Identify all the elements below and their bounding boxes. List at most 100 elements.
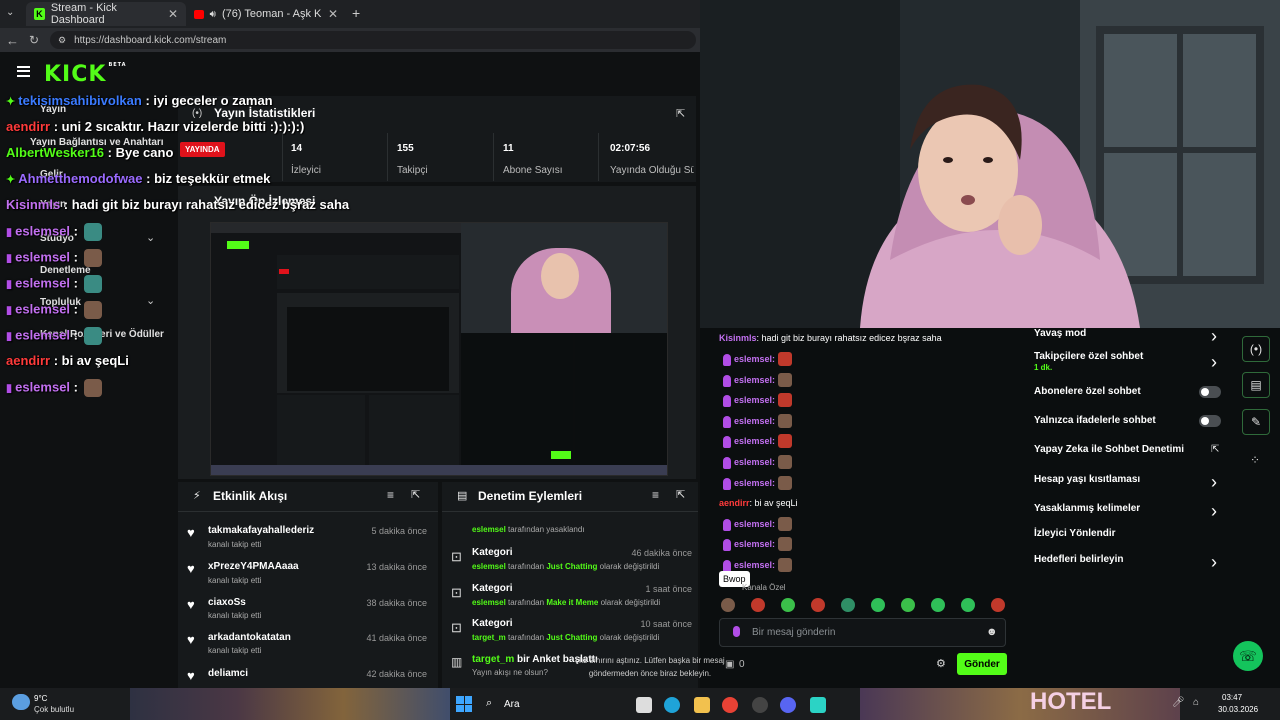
emote-icon[interactable]: [778, 537, 792, 552]
site-info-icon[interactable]: ⚙: [58, 35, 66, 46]
emote-icon[interactable]: [778, 352, 792, 366]
chat-username[interactable]: eslemsel:: [734, 539, 775, 549]
emote-icon[interactable]: [778, 413, 792, 428]
setting-item[interactable]: Takipçilere özel sohbet: [1034, 351, 1143, 362]
obs-icon[interactable]: [752, 697, 768, 713]
tray-mic-icon[interactable]: 🎤︎: [1172, 697, 1185, 708]
filter-icon[interactable]: ≡: [387, 488, 394, 502]
filter-icon[interactable]: ≡: [652, 488, 659, 502]
audio-playing-icon[interactable]: 🔊︎: [210, 9, 216, 20]
start-button[interactable]: [456, 696, 472, 712]
close-tab-icon[interactable]: ✕: [168, 7, 178, 21]
task-view-icon[interactable]: [636, 697, 652, 713]
chat-username[interactable]: eslemsel:: [734, 416, 775, 426]
chat-username[interactable]: eslemsel:: [734, 478, 775, 488]
picker-emote-icon[interactable]: [901, 598, 915, 612]
chat-username[interactable]: eslemsel:: [734, 436, 775, 446]
picker-emote-icon[interactable]: [781, 598, 795, 612]
chevron-right-icon[interactable]: ›: [1211, 326, 1217, 347]
divider: [282, 133, 283, 181]
chat-settings-icon[interactable]: ⚙: [936, 657, 946, 670]
weather-icon[interactable]: [12, 694, 30, 710]
setting-item[interactable]: Hedefleri belirleyin: [1034, 554, 1123, 565]
emote-icon[interactable]: [778, 558, 792, 572]
activity-row-name[interactable]: takmakafayahallederiz: [208, 525, 314, 536]
chrome-icon[interactable]: [722, 697, 738, 713]
discord-icon[interactable]: [780, 697, 796, 713]
chat-username[interactable]: eslemsel:: [734, 354, 775, 364]
send-button[interactable]: Gönder: [957, 653, 1007, 675]
setting-item[interactable]: Hesap yaşı kısıtlaması: [1034, 474, 1140, 485]
picker-emote-icon[interactable]: [811, 598, 825, 612]
chevron-down-icon[interactable]: ⌄: [146, 294, 155, 307]
url-field[interactable]: ⚙ https://dashboard.kick.com/stream: [50, 31, 696, 49]
reload-icon[interactable]: ↻: [29, 33, 39, 47]
edge-icon[interactable]: [664, 697, 680, 713]
picker-emote-icon[interactable]: [751, 598, 765, 612]
support-chat-button[interactable]: ☏: [1233, 641, 1263, 671]
emote-icon[interactable]: [778, 434, 792, 449]
file-explorer-icon[interactable]: [694, 697, 710, 713]
chevron-right-icon[interactable]: ›: [1211, 472, 1217, 493]
emote-icon[interactable]: [778, 393, 792, 408]
back-arrow-icon[interactable]: ←: [6, 33, 19, 48]
chat-username[interactable]: eslemsel:: [734, 560, 775, 570]
setting-item[interactable]: Yapay Zeka ile Sohbet Denetimi: [1034, 444, 1184, 455]
picker-emote-icon[interactable]: [931, 598, 945, 612]
picker-emote-icon[interactable]: [721, 598, 735, 612]
layout-icon[interactable]: ▤: [1242, 372, 1270, 398]
picker-emote-icon[interactable]: [841, 598, 855, 612]
emote-icon[interactable]: [778, 455, 792, 469]
setting-item[interactable]: Yavaş mod: [1034, 328, 1086, 339]
wrench-icon[interactable]: ✎: [1242, 409, 1270, 435]
search-icon[interactable]: ⌕: [486, 697, 492, 710]
chat-username[interactable]: eslemsel:: [734, 375, 775, 385]
chevron-down-icon[interactable]: ⌄: [146, 231, 155, 244]
setting-item[interactable]: Abonelere özel sohbet: [1034, 386, 1141, 397]
toggle-switch[interactable]: [1199, 386, 1221, 398]
chat-message[interactable]: aendirr: bi av şeqLi: [719, 498, 798, 508]
chevron-right-icon[interactable]: ›: [1211, 552, 1217, 573]
popout-icon[interactable]: ⇱: [676, 107, 685, 120]
chevron-right-icon[interactable]: ›: [1211, 501, 1217, 522]
stream-preview-video[interactable]: [210, 222, 668, 476]
setting-item[interactable]: Yalnızca ifadelerle sohbet: [1034, 415, 1156, 426]
emoji-icon[interactable]: ☻: [986, 626, 998, 638]
activity-row-name[interactable]: deliamci: [208, 668, 248, 679]
emote-icon[interactable]: [778, 516, 792, 531]
tab-title: (76) Teoman - Aşk Kırıntıları (...: [221, 8, 322, 20]
chevron-right-icon[interactable]: ›: [1211, 352, 1217, 373]
chat-username[interactable]: eslemsel:: [734, 395, 775, 405]
more-icon[interactable]: ⁘: [1250, 453, 1260, 467]
chat-first-user[interactable]: Kisinmls: hadi git biz burayı rahatsız e…: [719, 333, 942, 343]
kick-logo[interactable]: KICK BETA: [44, 62, 127, 87]
chat-username[interactable]: eslemsel:: [734, 519, 775, 529]
tab-list-chevron-icon[interactable]: ⌄: [6, 7, 14, 18]
activity-row-name[interactable]: arkadantokatatan: [208, 632, 291, 643]
chat-username[interactable]: eslemsel:: [734, 457, 775, 467]
clock-date[interactable]: 30.03.2026: [1218, 705, 1258, 714]
activity-row-name[interactable]: ciaxoSs: [208, 597, 246, 608]
tab-youtube[interactable]: 🔊︎ (76) Teoman - Aşk Kırıntıları (... ✕: [186, 2, 346, 26]
emote-icon[interactable]: [778, 475, 792, 490]
new-tab-button[interactable]: +: [352, 5, 360, 21]
emote-icon[interactable]: [778, 372, 792, 387]
picker-emote-icon[interactable]: [991, 598, 1005, 612]
hamburger-menu-icon[interactable]: [17, 66, 30, 77]
external-link-icon[interactable]: ⇱: [1211, 444, 1219, 455]
app-icon[interactable]: [810, 697, 826, 713]
close-tab-icon[interactable]: ✕: [328, 7, 338, 21]
popout-icon[interactable]: ⇱: [676, 488, 685, 501]
tab-kick-dashboard[interactable]: K Stream - Kick Dashboard ✕: [26, 2, 186, 26]
activity-row-name[interactable]: xPrezeY4PMAAaaa: [208, 561, 299, 572]
toggle-switch[interactable]: [1199, 415, 1221, 427]
picker-emote-icon[interactable]: [871, 598, 885, 612]
setting-item[interactable]: Yasaklanmış kelimeler: [1034, 503, 1140, 514]
setting-item[interactable]: İzleyici Yönlendir: [1034, 528, 1116, 539]
popout-icon[interactable]: ⇱: [411, 488, 420, 501]
tray-network-icon[interactable]: ⌂: [1193, 697, 1199, 708]
taskbar-search[interactable]: Ara: [504, 699, 520, 710]
broadcast-icon[interactable]: (•): [1242, 336, 1270, 362]
clock-time[interactable]: 03:47: [1222, 693, 1242, 702]
picker-emote-icon[interactable]: [961, 598, 975, 612]
